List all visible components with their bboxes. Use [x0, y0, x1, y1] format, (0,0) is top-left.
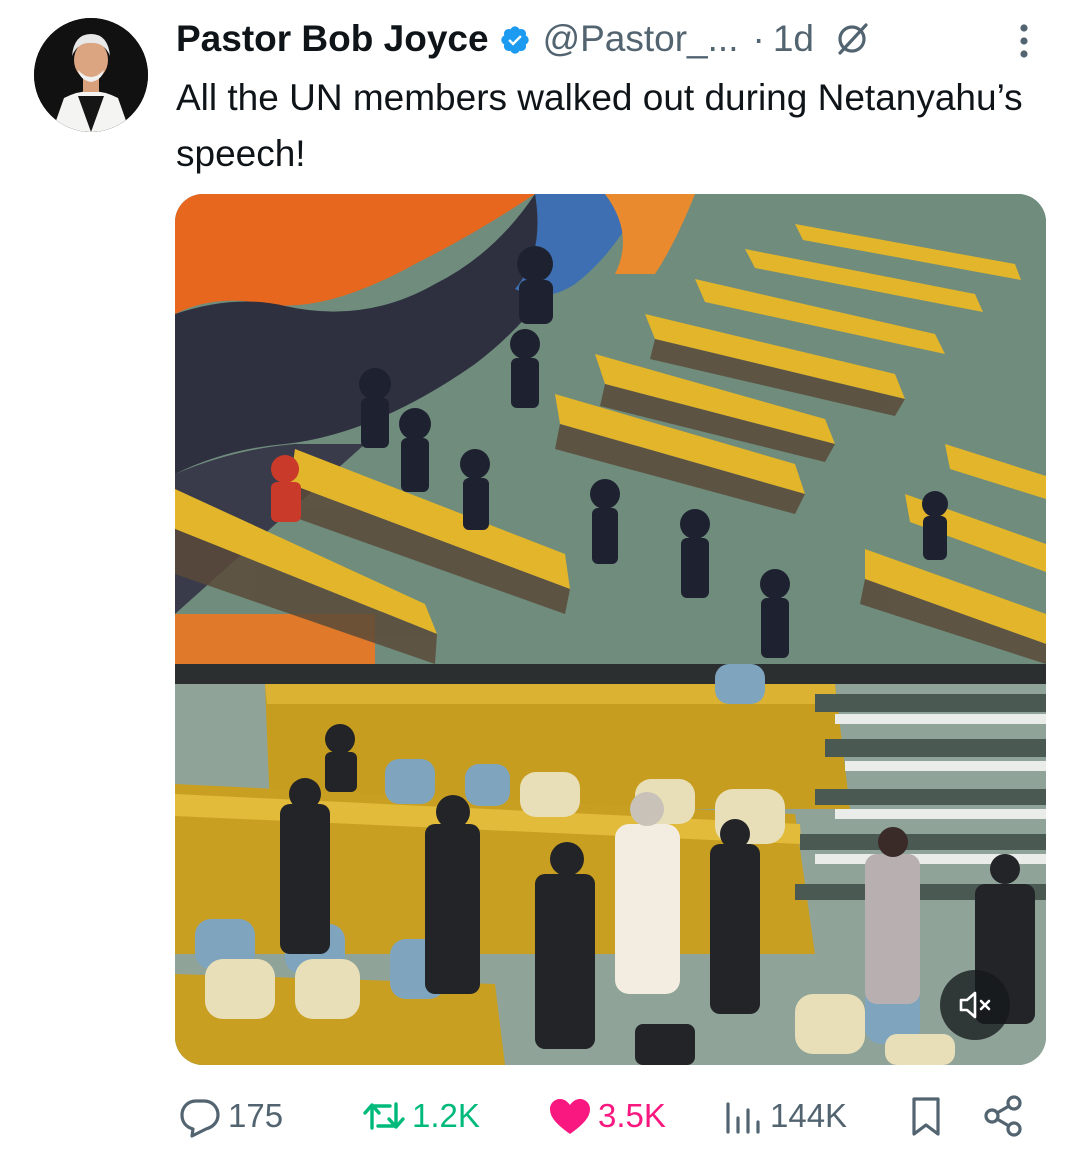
action-bar: 175 1.2K 3.5K 144K [0, 1088, 1080, 1144]
timestamp[interactable]: 1d [773, 18, 814, 60]
tweet-text: All the UN members walked out during Net… [176, 77, 1023, 174]
reply-count: 175 [228, 1097, 284, 1134]
tweet-header: Pastor Bob Joyce @Pastor_... · 1d [176, 14, 872, 64]
verified-badge-icon [499, 23, 531, 55]
views-icon [726, 1102, 760, 1134]
like-count: 3.5K [598, 1097, 666, 1134]
heart-icon [550, 1099, 590, 1134]
repost-count: 1.2K [412, 1097, 480, 1134]
share-button[interactable] [980, 1088, 1032, 1144]
views-button[interactable]: 144K [722, 1088, 847, 1144]
muted-speaker-icon [959, 991, 991, 1019]
more-vertical-icon[interactable] [1006, 18, 1042, 62]
video-player[interactable] [175, 194, 1046, 1065]
reply-icon [180, 1099, 220, 1138]
reply-button[interactable]: 175 [176, 1088, 283, 1144]
like-button[interactable]: 3.5K [546, 1088, 666, 1144]
author-handle[interactable]: @Pastor_... [543, 18, 739, 60]
share-icon [984, 1095, 1022, 1137]
bookmark-button[interactable] [906, 1088, 950, 1144]
mute-button[interactable] [940, 970, 1010, 1040]
repost-button[interactable]: 1.2K [360, 1088, 480, 1144]
bookmark-icon [912, 1097, 940, 1136]
slashed-circle-icon [832, 19, 872, 59]
avatar[interactable] [34, 18, 148, 132]
repost-icon [363, 1102, 405, 1130]
view-count: 144K [770, 1097, 848, 1134]
separator-dot: · [752, 18, 765, 59]
author-name[interactable]: Pastor Bob Joyce [176, 18, 489, 60]
